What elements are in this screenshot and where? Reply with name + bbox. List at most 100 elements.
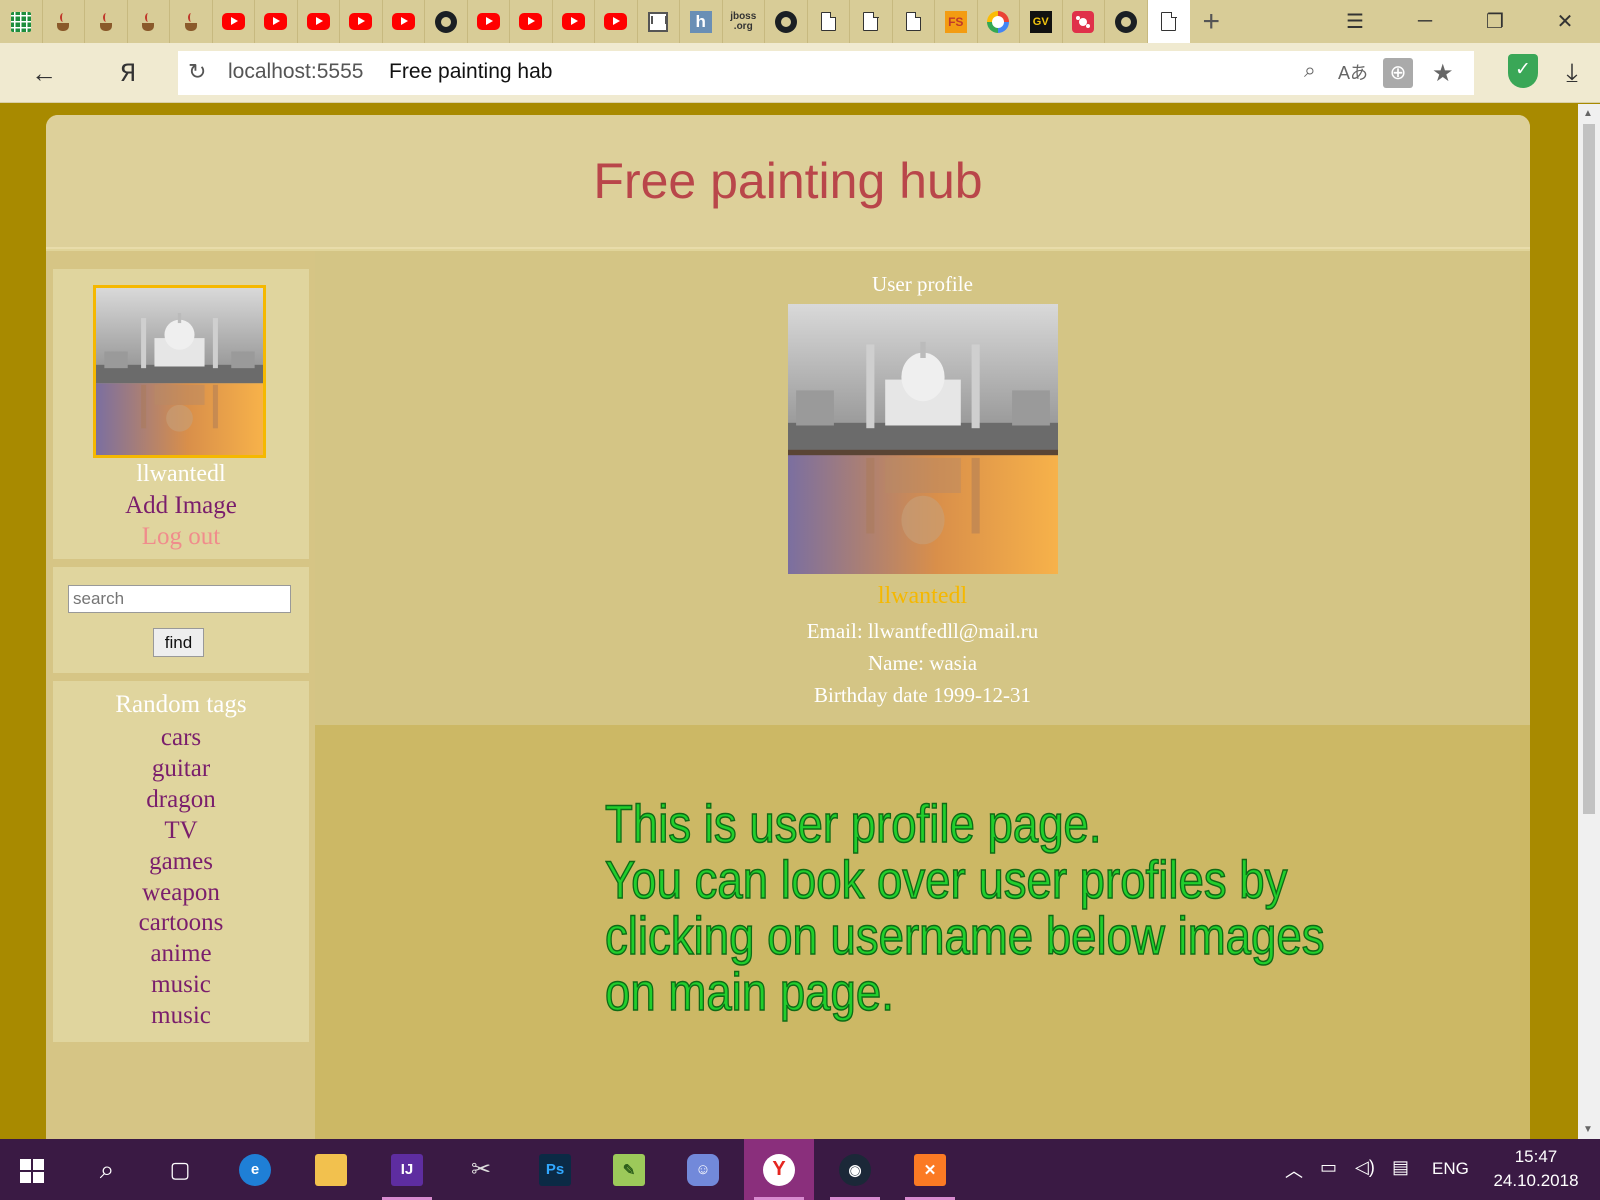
youtube-icon <box>476 13 500 30</box>
browser-tab[interactable] <box>595 0 638 43</box>
browser-tab[interactable] <box>298 0 340 43</box>
translate-icon[interactable]: Aあ <box>1338 59 1368 85</box>
add-image-link[interactable]: Add Image <box>53 492 309 520</box>
search-icon[interactable]: ⌕ <box>72 1139 142 1200</box>
yandex-browser-icon[interactable]: Y <box>744 1139 814 1200</box>
browser-tab[interactable] <box>638 0 680 43</box>
notepad-plus-icon[interactable]: ✎ <box>594 1139 664 1200</box>
address-bar[interactable]: ↻ localhost:5555 Free painting hab ⌕ Aあ … <box>178 51 1474 95</box>
tag-link[interactable]: anime <box>53 939 309 970</box>
start-icon[interactable] <box>20 1159 44 1183</box>
user-avatar[interactable] <box>93 285 266 458</box>
sidebar-username[interactable]: llwantedl <box>53 461 309 488</box>
tag-link[interactable]: weapon <box>53 878 309 909</box>
snipping-tool-icon[interactable]: ✂ <box>446 1139 516 1200</box>
browser-tab[interactable] <box>510 0 553 43</box>
browser-tab[interactable] <box>340 0 383 43</box>
youtube-icon <box>604 13 628 30</box>
xampp-icon[interactable]: ✕ <box>895 1139 965 1200</box>
tag-link[interactable]: guitar <box>53 754 309 785</box>
scroll-up-arrow-icon[interactable]: ▲ <box>1583 108 1593 119</box>
random-tags-panel: Random tags cars guitar dragon TV games weapo… <box>53 681 309 1042</box>
tag-link[interactable]: cars <box>53 723 309 754</box>
new-tab-button[interactable]: + <box>1190 0 1233 43</box>
clock-time[interactable]: 15:47 <box>1508 1147 1564 1167</box>
protect-shield-icon[interactable]: ✓ <box>1508 54 1538 88</box>
back-arrow-icon[interactable]: ← <box>26 55 62 91</box>
globe-icon[interactable]: ⊕ <box>1383 58 1413 88</box>
browser-tab[interactable]: h <box>680 0 723 43</box>
close-window-button[interactable]: ✕ <box>1530 0 1600 43</box>
steam-icon[interactable]: ◉ <box>820 1139 890 1200</box>
browser-tab[interactable] <box>850 0 893 43</box>
tag-link[interactable]: cartoons <box>53 908 309 939</box>
browser-tab[interactable] <box>43 0 85 43</box>
tag-link[interactable]: games <box>53 847 309 878</box>
browser-menu-icon[interactable]: ☰ <box>1320 0 1390 43</box>
logout-link[interactable]: Log out <box>53 523 309 551</box>
github-icon <box>774 10 797 33</box>
browser-tab[interactable] <box>893 0 935 43</box>
youtube-icon <box>391 13 415 30</box>
google-icon <box>987 10 1010 33</box>
browser-tab[interactable] <box>383 0 425 43</box>
browser-tab[interactable] <box>255 0 298 43</box>
minimize-button[interactable]: ─ <box>1390 0 1460 43</box>
browser-tab[interactable] <box>128 0 170 43</box>
youtube-icon <box>561 13 585 30</box>
browser-tab[interactable] <box>425 0 468 43</box>
random-tags-title: Random tags <box>115 691 247 718</box>
task-view-icon[interactable]: ▢ <box>145 1139 215 1200</box>
zoom-icon[interactable]: ⌕ <box>1304 59 1316 83</box>
scrollbar-thumb[interactable] <box>1583 124 1595 814</box>
language-indicator[interactable]: ENG <box>1432 1159 1469 1179</box>
discord-icon[interactable]: ☺ <box>668 1139 738 1200</box>
site-header: Free painting hub <box>46 115 1530 249</box>
tray-chevron-icon[interactable]: ︿ <box>1285 1157 1303 1183</box>
clock-date[interactable]: 24.10.2018 <box>1486 1171 1586 1191</box>
edge-icon[interactable]: e <box>220 1139 290 1200</box>
tag-link[interactable]: music <box>53 1001 309 1032</box>
browser-tab[interactable] <box>808 0 850 43</box>
plus-icon: + <box>1202 4 1221 38</box>
reload-icon[interactable]: ↻ <box>188 59 206 85</box>
browser-tab[interactable] <box>0 0 43 43</box>
search-panel: find <box>53 567 309 673</box>
browser-tab[interactable] <box>553 0 595 43</box>
browser-tab[interactable] <box>213 0 255 43</box>
annotation-line: clicking on username below images <box>604 907 1325 966</box>
window-controls: ☰ ─ ❐ ✕ <box>1320 0 1600 43</box>
tag-link[interactable]: TV <box>53 816 309 847</box>
bookmark-star-icon[interactable]: ★ <box>1432 59 1454 88</box>
browser-tab[interactable] <box>765 0 808 43</box>
browser-tab[interactable] <box>1063 0 1105 43</box>
browser-tab[interactable] <box>170 0 213 43</box>
profile-username[interactable]: llwantedl <box>315 583 1530 610</box>
volume-icon[interactable]: ◁) <box>1355 1157 1375 1178</box>
tag-link[interactable]: music <box>53 970 309 1001</box>
browser-tab[interactable]: jboss .org <box>723 0 765 43</box>
yandex-button[interactable]: Я <box>110 55 146 91</box>
find-button[interactable]: find <box>153 628 204 657</box>
photoshop-icon[interactable]: Ps <box>520 1139 590 1200</box>
github-icon <box>434 10 457 33</box>
browser-tab[interactable] <box>978 0 1020 43</box>
scroll-down-arrow-icon[interactable]: ▼ <box>1583 1124 1593 1135</box>
browser-tab[interactable] <box>1105 0 1148 43</box>
file-explorer-icon[interactable] <box>296 1139 366 1200</box>
browser-tab[interactable]: FS <box>935 0 978 43</box>
intellij-icon[interactable]: IJ <box>372 1139 442 1200</box>
restore-button[interactable]: ❐ <box>1460 0 1530 43</box>
search-input[interactable] <box>68 585 291 613</box>
browser-tab[interactable] <box>85 0 128 43</box>
document-icon <box>863 11 879 31</box>
network-icon[interactable]: ▭ <box>1320 1157 1337 1178</box>
youtube-icon <box>519 13 543 30</box>
tag-link[interactable]: dragon <box>53 785 309 816</box>
downloads-icon[interactable]: ⤓ <box>1554 55 1590 91</box>
page-scrollbar[interactable]: ▲ ▼ <box>1578 104 1600 1139</box>
browser-tab[interactable] <box>468 0 510 43</box>
action-center-icon[interactable]: ▤ <box>1392 1157 1409 1178</box>
browser-tab[interactable] <box>1147 0 1190 43</box>
browser-tab[interactable]: GV <box>1020 0 1063 43</box>
